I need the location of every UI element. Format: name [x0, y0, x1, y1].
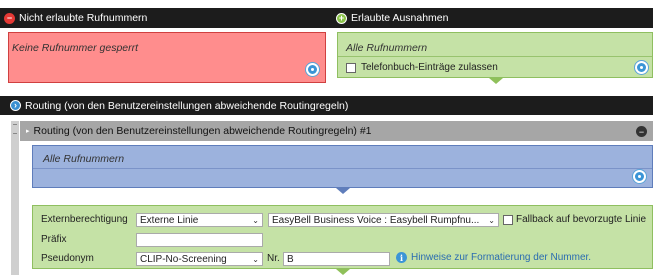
- allowed-numbers-value: Alle Rufnummern: [346, 42, 428, 54]
- trunk-select[interactable]: EasyBell Business Voice : Easybell Rumpf…: [268, 213, 499, 227]
- blocked-numbers-header: − Nicht erlaubte Rufnummern: [0, 8, 328, 28]
- chevron-down-icon: ⌄: [252, 254, 259, 264]
- pseudonym-value: CLIP-No-Screening: [140, 253, 227, 265]
- phonebook-option: Telefonbuch-Einträge zulassen: [346, 62, 498, 73]
- routing-numbers-settings-button[interactable]: [633, 170, 646, 183]
- ext-permission-value: Externe Linie: [140, 214, 199, 226]
- minus-icon[interactable]: −: [4, 12, 15, 24]
- chevron-down-icon: ⌄: [252, 215, 259, 225]
- routing-header: › Routing (von den Benutzereinstellungen…: [0, 96, 653, 115]
- routing-arrow-icon[interactable]: ›: [10, 100, 21, 111]
- allowed-exceptions-header: + Erlaubte Ausnahmen: [328, 8, 653, 28]
- format-hint-link[interactable]: Hinweise zur Formatierung der Nummer.: [411, 252, 591, 263]
- remove-rule-icon[interactable]: −: [636, 126, 647, 137]
- routing-numbers-panel[interactable]: Alle Rufnummern: [32, 145, 653, 188]
- format-hint[interactable]: i Hinweise zur Formatierung der Nummer.: [396, 252, 591, 263]
- phonebook-label: Telefonbuch-Einträge zulassen: [361, 62, 498, 73]
- expand-caret-icon[interactable]: ▸: [26, 127, 30, 135]
- fallback-option: Fallback auf bevorzugte Linie: [503, 214, 646, 225]
- form-expand-arrow-icon[interactable]: [336, 269, 350, 275]
- allowed-settings-button[interactable]: [635, 61, 648, 74]
- ext-permission-label: Externberechtigung: [41, 214, 128, 225]
- divider: [338, 56, 652, 57]
- blocked-numbers-panel[interactable]: Keine Rufnummer gesperrt: [8, 32, 326, 83]
- drag-handle[interactable]: [11, 121, 19, 275]
- fallback-checkbox[interactable]: [503, 214, 513, 225]
- routing-rule-bar[interactable]: ▸ Routing (von den Benutzereinstellungen…: [20, 121, 653, 141]
- plus-icon[interactable]: +: [336, 12, 347, 24]
- divider: [33, 168, 652, 169]
- routing-rule-title: Routing (von den Benutzereinstellungen a…: [33, 125, 372, 137]
- pseudonym-select[interactable]: CLIP-No-Screening ⌄: [136, 252, 263, 266]
- allowed-exceptions-title: Erlaubte Ausnahmen: [351, 12, 449, 24]
- nr-label: Nr.: [267, 253, 280, 264]
- ext-permission-select[interactable]: Externe Linie ⌄: [136, 213, 263, 227]
- routing-expand-arrow-icon[interactable]: [336, 188, 350, 194]
- prefix-input[interactable]: [136, 233, 263, 247]
- prefix-label: Präfix: [41, 234, 67, 245]
- phonebook-checkbox[interactable]: [346, 62, 356, 73]
- routing-numbers-value: Alle Rufnummern: [43, 153, 125, 165]
- blocked-numbers-value: Keine Rufnummer gesperrt: [12, 42, 139, 54]
- nr-input[interactable]: B: [283, 252, 390, 266]
- trunk-value: EasyBell Business Voice : Easybell Rumpf…: [272, 214, 480, 226]
- routing-title: Routing (von den Benutzereinstellungen a…: [25, 99, 349, 112]
- pseudonym-label: Pseudonym: [41, 253, 94, 264]
- info-icon: i: [396, 252, 407, 263]
- collapse-arrow-icon[interactable]: [489, 78, 503, 84]
- chevron-down-icon: ⌄: [488, 215, 495, 225]
- blocked-settings-button[interactable]: [306, 63, 319, 76]
- allowed-exceptions-panel[interactable]: Alle Rufnummern Telefonbuch-Einträge zul…: [337, 32, 653, 78]
- blocked-numbers-title: Nicht erlaubte Rufnummern: [19, 12, 148, 24]
- routing-form-panel: Externberechtigung Externe Linie ⌄ EasyB…: [32, 205, 653, 269]
- fallback-label: Fallback auf bevorzugte Linie: [516, 214, 647, 225]
